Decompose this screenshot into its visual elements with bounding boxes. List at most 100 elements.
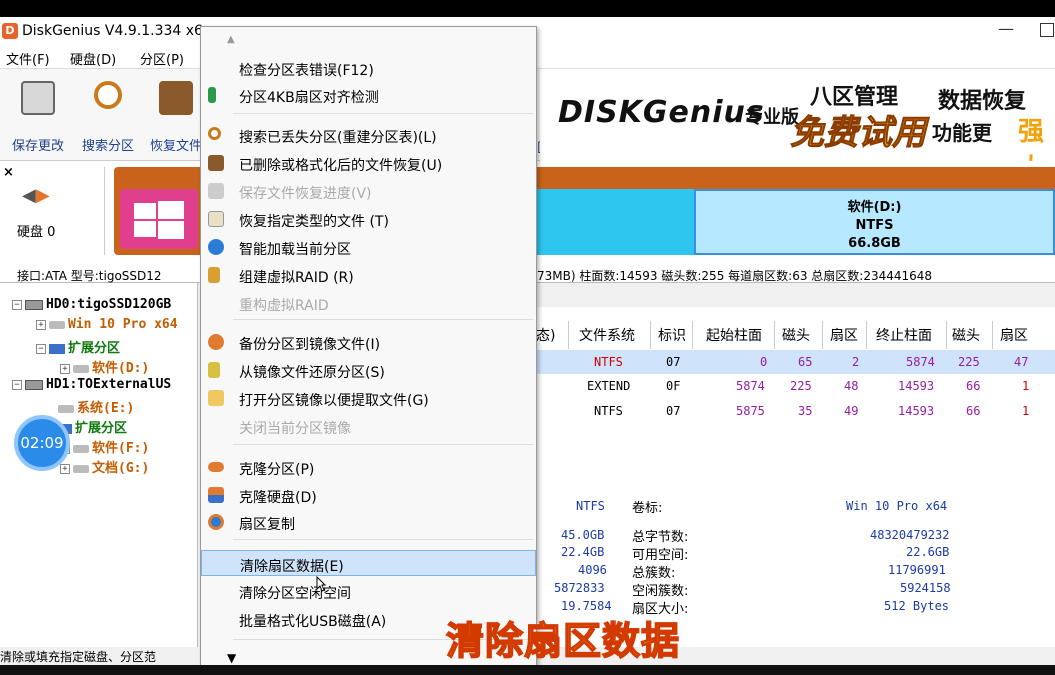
partition-block-d[interactable]: 软件(D:) NTFS 66.8GB xyxy=(694,189,1055,255)
collapse-icon[interactable]: − xyxy=(12,299,22,310)
menu-item-restore-image[interactable]: 从镜像文件还原分区(S) xyxy=(201,357,536,383)
menu-item-label: 清除分区空闲空间 xyxy=(239,586,351,602)
table-row[interactable]: EXTEND 0F 5874 225 48 14593 66 1 xyxy=(536,374,1055,398)
menu-disk[interactable]: 硬盘(D) xyxy=(70,49,116,68)
expand-icon[interactable]: + xyxy=(36,319,46,330)
promo-banner[interactable]: DISKGenius 专业版 八区管理 数据恢复 免费试用 功能更 强大 xyxy=(540,69,1055,161)
menu-item-recover-by-type[interactable]: 恢复指定类型的文件 (T) xyxy=(201,206,536,232)
cell-head: 66 xyxy=(966,379,981,393)
collapse-icon[interactable]: − xyxy=(36,343,46,354)
menu-item-open-image[interactable]: 打开分区镜像以便提取文件(G) xyxy=(201,385,536,411)
menu-item-build-raid[interactable]: 组建虚拟RAID (R) xyxy=(201,262,536,288)
cell-sector: 47 xyxy=(1014,355,1029,369)
col-divider xyxy=(992,321,993,349)
arrow-right-icon[interactable]: ▶ xyxy=(36,185,50,206)
cell-head: 225 xyxy=(958,355,980,369)
tree-item[interactable]: 系统(E:) xyxy=(58,397,134,416)
tree-item[interactable]: − HD0:tigoSSD120GB xyxy=(12,297,171,312)
detail-key: 总簇数: xyxy=(632,566,676,581)
menu-partition[interactable]: 分区(P) xyxy=(140,49,184,68)
context-menu: ▲ 检查分区表错误(F12) 分区4KB扇区对齐检测 搜索已丢失分区(重建分区表… xyxy=(200,26,537,665)
scroll-up-icon[interactable]: ▲ xyxy=(227,34,235,45)
menu-item-smart-load[interactable]: 智能加载当前分区 xyxy=(201,234,536,260)
col-header: 终止柱面 xyxy=(876,328,932,344)
col-divider xyxy=(774,321,775,349)
detail-value: 45.0GB xyxy=(561,528,605,542)
recover-files-button[interactable]: 恢复文件 xyxy=(144,75,208,157)
menu-item-clone-disk[interactable]: 克隆硬盘(D) xyxy=(201,482,536,508)
tree-item[interactable]: − 扩展分区 xyxy=(36,337,120,356)
windows-logo-icon xyxy=(120,189,198,249)
menu-item-clear-free-space[interactable]: 清除分区空闲空间 xyxy=(201,578,536,604)
cell-head: 225 xyxy=(790,379,812,393)
clone-disk-icon xyxy=(208,487,224,503)
menu-item-clear-sectors[interactable]: 清除扇区数据(E) xyxy=(201,550,536,576)
table-row[interactable]: NTFS 07 5875 35 49 14593 66 1 xyxy=(536,399,1055,423)
cell-end-cyl: 14593 xyxy=(898,379,935,393)
arrow-left-icon[interactable]: ◀ xyxy=(22,185,36,206)
app-logo-icon: D xyxy=(2,23,18,39)
menu-item-clone-partition[interactable]: 克隆分区(P) xyxy=(201,454,536,480)
tree-label: HD1:TOExternalUS xyxy=(46,377,172,392)
scroll-down-icon[interactable]: ▼ xyxy=(227,651,236,665)
menu-item-sector-copy[interactable]: 扇区复制 xyxy=(201,509,536,535)
tree-item[interactable]: + 文档(G:) xyxy=(60,457,149,476)
tree-item[interactable]: + 软件(D:) xyxy=(60,357,149,376)
minimize-icon[interactable]: — xyxy=(998,19,1014,38)
col-divider xyxy=(946,321,947,349)
menu-item-backup-image[interactable]: 备份分区到镜像文件(I) xyxy=(201,329,536,355)
menu-item-label: 保存文件恢复进度(V) xyxy=(239,186,372,202)
recover-icon xyxy=(208,155,224,171)
disk-tree: − HD0:tigoSSD120GB + Win 10 Pro x64 − 扩展分区 … xyxy=(0,283,198,655)
search-partition-button[interactable]: 搜索分区 xyxy=(76,75,140,157)
menu-item-label: 打开分区镜像以便提取文件(G) xyxy=(239,393,429,409)
menu-separator xyxy=(233,113,533,114)
save-icon xyxy=(208,183,224,199)
menu-separator xyxy=(233,319,533,320)
collapse-icon[interactable]: − xyxy=(12,379,22,390)
menu-item-file-recovery[interactable]: 已删除或格式化后的文件恢复(U) xyxy=(201,150,536,176)
system-partition-block[interactable] xyxy=(114,167,204,255)
menu-item-label: 克隆分区(P) xyxy=(239,462,315,478)
menu-item-label: 智能加载当前分区 xyxy=(239,242,351,258)
cell-head: 65 xyxy=(798,355,813,369)
disk-info-right: 73MB) 柱面数:14593 磁头数:255 每道扇区数:63 总扇区数:23… xyxy=(537,269,933,283)
detail-value: 5872833 xyxy=(554,581,605,595)
banner-promo-c: 功能更 xyxy=(932,121,992,145)
cell-start-cyl: 5874 xyxy=(736,379,765,393)
banner-logo: DISKGenius xyxy=(558,95,765,130)
col-divider xyxy=(692,321,693,349)
maximize-icon[interactable] xyxy=(1040,23,1054,37)
menu-file[interactable]: 文件(F) xyxy=(6,49,50,68)
cell-id: 07 xyxy=(666,404,681,418)
menu-item-check-partition-table[interactable]: 检查分区表错误(F12) xyxy=(201,55,536,81)
menu-item-4kb-align[interactable]: 分区4KB扇区对齐检测 xyxy=(201,82,536,108)
close-icon[interactable]: × xyxy=(3,165,14,180)
tree-item[interactable]: − HD1:TOExternalUS xyxy=(12,377,171,392)
disk-label: 硬盘 0 xyxy=(17,225,56,240)
detail-vol-label: Win 10 Pro x64 xyxy=(846,499,948,513)
expand-icon[interactable]: + xyxy=(60,363,70,374)
col-header: 起始柱面 xyxy=(706,328,762,344)
partition-block[interactable] xyxy=(536,189,694,255)
save-changes-button[interactable]: 保存更改 xyxy=(6,75,70,157)
cell-head: 35 xyxy=(798,404,813,418)
tree-label: 系统(E:) xyxy=(77,401,135,416)
tree-item[interactable]: + Win 10 Pro x64 xyxy=(36,317,178,332)
menu-item-label: 备份分区到镜像文件(I) xyxy=(239,337,381,353)
detail-value: 48320479232 xyxy=(870,528,950,542)
expand-icon[interactable]: + xyxy=(60,463,70,474)
video-top-bar xyxy=(0,0,1055,17)
col-header: 磁头 xyxy=(952,328,980,344)
tree-item[interactable]: +软件(F:) xyxy=(60,437,149,456)
table-row[interactable]: NTFS 07 0 65 2 5874 225 47 xyxy=(536,350,1055,374)
extended-partition-bar[interactable] xyxy=(536,167,1055,189)
divider xyxy=(104,167,105,255)
cell-start-cyl: 0 xyxy=(760,355,768,369)
menu-item-label: 扇区复制 xyxy=(239,517,295,533)
menu-item-search-lost[interactable]: 搜索已丢失分区(重建分区表)(L) xyxy=(201,122,536,148)
col-divider xyxy=(866,321,867,349)
window-title: DiskGenius V4.9.1.334 x6 xyxy=(22,23,203,39)
disk-nav-arrows[interactable]: ◀▶ xyxy=(22,185,50,206)
partition-fs: NTFS xyxy=(855,218,894,233)
